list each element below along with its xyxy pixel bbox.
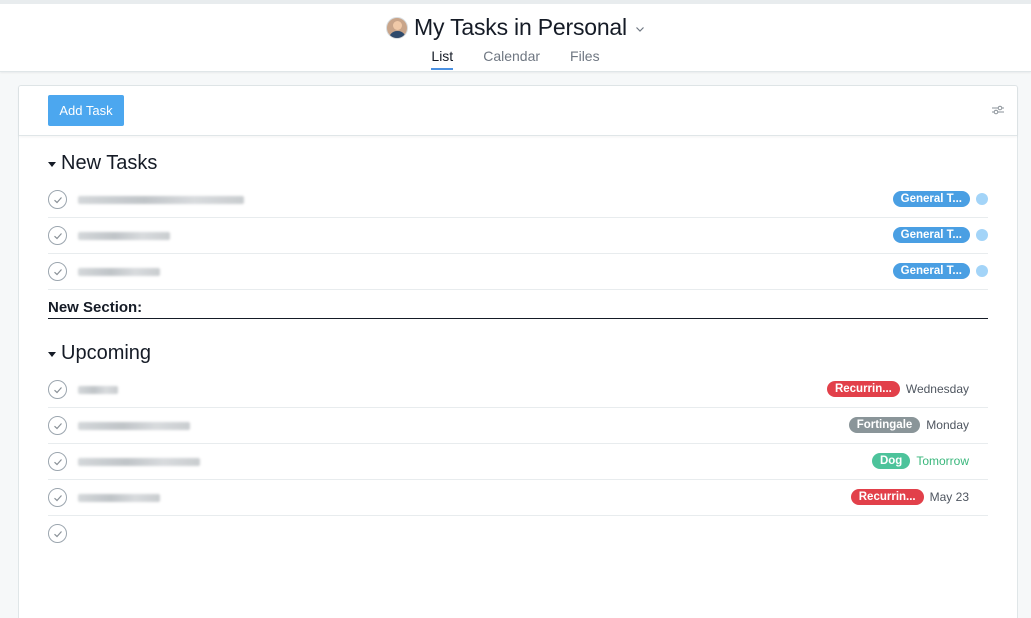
project-tag[interactable]: General T... — [892, 191, 970, 207]
task-row[interactable]: General T... — [48, 218, 988, 254]
tab-files[interactable]: Files — [570, 48, 600, 70]
task-list-panel: Add Task New Tasks General T... General … — [18, 85, 1018, 618]
check-icon — [53, 232, 62, 239]
section-title: Upcoming — [61, 342, 152, 364]
check-icon — [53, 422, 62, 429]
new-task-row[interactable] — [48, 516, 988, 552]
task-name[interactable] — [78, 458, 200, 466]
complete-task-button[interactable] — [48, 380, 67, 399]
task-row[interactable]: General T... — [48, 182, 988, 218]
chevron-down-icon[interactable] — [635, 24, 645, 34]
task-name[interactable] — [78, 268, 160, 276]
project-tag[interactable]: Recurrin... — [826, 381, 900, 397]
caret-down-icon[interactable] — [47, 159, 57, 169]
complete-task-button[interactable] — [48, 226, 67, 245]
list-toolbar: Add Task — [19, 86, 1017, 136]
project-tag[interactable]: Dog — [871, 453, 911, 469]
task-name[interactable] — [78, 386, 118, 394]
task-meta: Fortingale Monday — [848, 417, 988, 433]
check-icon — [53, 268, 62, 275]
add-task-button[interactable]: Add Task — [48, 95, 124, 126]
check-icon — [53, 386, 62, 393]
due-date[interactable]: Monday — [926, 418, 969, 432]
task-name[interactable] — [78, 196, 244, 204]
task-row[interactable]: Recurrin... May 23 — [48, 480, 988, 516]
filter-icon[interactable] — [991, 104, 1005, 116]
due-date[interactable]: May 23 — [930, 490, 969, 504]
task-row[interactable]: Dog Tomorrow — [48, 444, 988, 480]
task-meta: Recurrin... May 23 — [850, 489, 988, 505]
due-date[interactable]: Tomorrow — [916, 454, 969, 468]
caret-down-icon[interactable] — [47, 349, 57, 359]
task-meta: General T... — [892, 263, 988, 279]
check-icon — [53, 458, 62, 465]
complete-task-button[interactable] — [48, 452, 67, 471]
task-meta: General T... — [892, 227, 988, 243]
status-dot — [976, 229, 988, 241]
check-icon — [53, 494, 62, 501]
complete-task-button[interactable] — [48, 416, 67, 435]
due-date[interactable]: Wednesday — [906, 382, 969, 396]
task-name[interactable] — [78, 494, 160, 502]
avatar[interactable] — [386, 16, 409, 39]
task-meta: Dog Tomorrow — [871, 453, 988, 469]
check-icon — [53, 530, 62, 537]
view-tabs: List Calendar Files — [0, 48, 1031, 70]
task-row[interactable]: General T... — [48, 254, 988, 290]
status-dot — [976, 265, 988, 277]
project-tag[interactable]: General T... — [892, 263, 970, 279]
task-row[interactable]: Recurrin... Wednesday — [48, 372, 988, 408]
section-title: New Tasks — [61, 152, 158, 174]
complete-task-button[interactable] — [48, 524, 67, 543]
project-tag[interactable]: Fortingale — [848, 417, 921, 433]
title-row: My Tasks in Personal — [0, 14, 1031, 41]
task-name[interactable] — [78, 232, 170, 240]
tab-calendar[interactable]: Calendar — [483, 48, 540, 70]
top-header: My Tasks in Personal List Calendar Files — [0, 0, 1031, 72]
complete-task-button[interactable] — [48, 262, 67, 281]
task-row[interactable]: Fortingale Monday — [48, 408, 988, 444]
tab-list[interactable]: List — [431, 48, 454, 70]
complete-task-button[interactable] — [48, 488, 67, 507]
page-title[interactable]: My Tasks in Personal — [414, 14, 627, 41]
section-header-new-section[interactable]: New Section: — [48, 299, 988, 319]
complete-task-button[interactable] — [48, 190, 67, 209]
status-dot — [976, 193, 988, 205]
section-header-upcoming[interactable]: Upcoming — [47, 342, 151, 365]
project-tag[interactable]: Recurrin... — [850, 489, 924, 505]
task-meta: Recurrin... Wednesday — [826, 381, 988, 397]
check-icon — [53, 196, 62, 203]
task-name[interactable] — [78, 422, 190, 430]
project-tag[interactable]: General T... — [892, 227, 970, 243]
task-meta: General T... — [892, 191, 988, 207]
section-header-new-tasks[interactable]: New Tasks — [47, 152, 157, 175]
